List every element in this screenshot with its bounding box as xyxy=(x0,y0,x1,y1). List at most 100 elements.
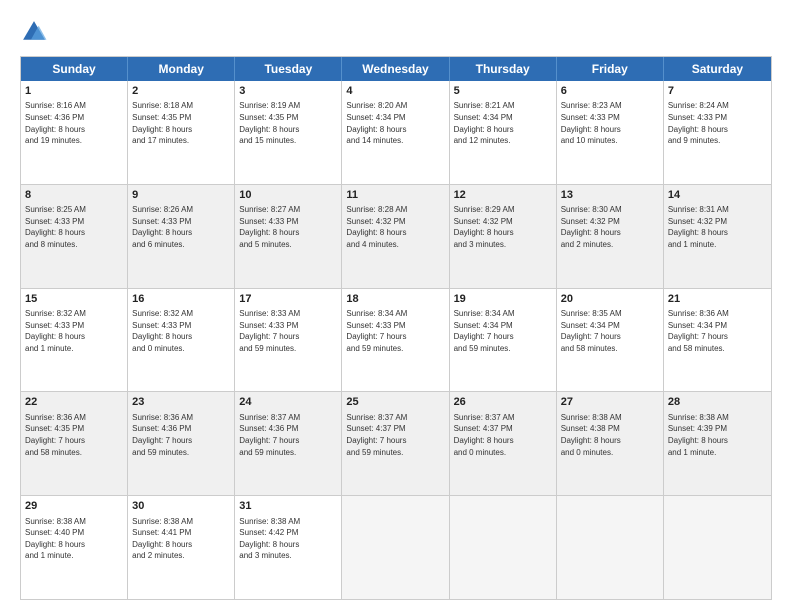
header xyxy=(20,18,772,46)
calendar-cell: 9Sunrise: 8:26 AMSunset: 4:33 PMDaylight… xyxy=(128,185,235,288)
calendar-cell: 6Sunrise: 8:23 AMSunset: 4:33 PMDaylight… xyxy=(557,81,664,184)
calendar-cell: 25Sunrise: 8:37 AMSunset: 4:37 PMDayligh… xyxy=(342,392,449,495)
calendar-cell xyxy=(450,496,557,599)
cell-info: Sunrise: 8:34 AMSunset: 4:34 PMDaylight:… xyxy=(454,308,552,354)
calendar-cell: 17Sunrise: 8:33 AMSunset: 4:33 PMDayligh… xyxy=(235,289,342,392)
calendar-cell: 28 Sunrise: 8:38 AMSunset: 4:39 PMDayligh… xyxy=(664,392,771,495)
calendar-cell: 20Sunrise: 8:35 AMSunset: 4:34 PMDayligh… xyxy=(557,289,664,392)
cell-info: Sunrise: 8:38 AMSunset: 4:40 PMDaylight:… xyxy=(25,516,123,562)
day-number: 17 xyxy=(239,292,337,307)
cell-info: Sunrise: 8:36 AMSunset: 4:34 PMDaylight:… xyxy=(668,308,767,354)
day-number: 6 xyxy=(561,84,659,99)
day-number: 28 xyxy=(668,395,767,410)
weekday-header-monday: Monday xyxy=(128,57,235,81)
calendar-row-3: 22 Sunrise: 8:36 AMSunset: 4:35 PMDayligh… xyxy=(21,391,771,495)
day-number: 13 xyxy=(561,188,659,203)
cell-info: Sunrise: 8:38 AMSunset: 4:39 PMDaylight:… xyxy=(668,412,767,458)
day-number: 19 xyxy=(454,292,552,307)
day-number: 12 xyxy=(454,188,552,203)
day-number: 9 xyxy=(132,188,230,203)
calendar-cell xyxy=(557,496,664,599)
day-number: 23 xyxy=(132,395,230,410)
cell-info: Sunrise: 8:37 AMSunset: 4:36 PMDaylight:… xyxy=(239,412,337,458)
cell-info: Sunrise: 8:18 AMSunset: 4:35 PMDaylight:… xyxy=(132,100,230,146)
weekday-header-tuesday: Tuesday xyxy=(235,57,342,81)
calendar-cell: 26 Sunrise: 8:37 AMSunset: 4:37 PMDayligh… xyxy=(450,392,557,495)
calendar-cell: 13Sunrise: 8:30 AMSunset: 4:32 PMDayligh… xyxy=(557,185,664,288)
page: SundayMondayTuesdayWednesdayThursdayFrid… xyxy=(0,0,792,612)
cell-info: Sunrise: 8:35 AMSunset: 4:34 PMDaylight:… xyxy=(561,308,659,354)
calendar-cell: 10Sunrise: 8:27 AMSunset: 4:33 PMDayligh… xyxy=(235,185,342,288)
weekday-header-saturday: Saturday xyxy=(664,57,771,81)
cell-info: Sunrise: 8:19 AMSunset: 4:35 PMDaylight:… xyxy=(239,100,337,146)
calendar-row-1: 8Sunrise: 8:25 AMSunset: 4:33 PMDaylight… xyxy=(21,184,771,288)
day-number: 27 xyxy=(561,395,659,410)
cell-info: Sunrise: 8:16 AMSunset: 4:36 PMDaylight:… xyxy=(25,100,123,146)
cell-info: Sunrise: 8:25 AMSunset: 4:33 PMDaylight:… xyxy=(25,204,123,250)
cell-info: Sunrise: 8:29 AMSunset: 4:32 PMDaylight:… xyxy=(454,204,552,250)
day-number: 8 xyxy=(25,188,123,203)
calendar-cell: 7Sunrise: 8:24 AMSunset: 4:33 PMDaylight… xyxy=(664,81,771,184)
logo-icon xyxy=(20,18,48,46)
calendar-cell: 19Sunrise: 8:34 AMSunset: 4:34 PMDayligh… xyxy=(450,289,557,392)
cell-info: Sunrise: 8:31 AMSunset: 4:32 PMDaylight:… xyxy=(668,204,767,250)
day-number: 7 xyxy=(668,84,767,99)
cell-info: Sunrise: 8:38 AMSunset: 4:41 PMDaylight:… xyxy=(132,516,230,562)
day-number: 11 xyxy=(346,188,444,203)
calendar-cell: 5Sunrise: 8:21 AMSunset: 4:34 PMDaylight… xyxy=(450,81,557,184)
day-number: 29 xyxy=(25,499,123,514)
calendar-header: SundayMondayTuesdayWednesdayThursdayFrid… xyxy=(21,57,771,81)
day-number: 5 xyxy=(454,84,552,99)
day-number: 24 xyxy=(239,395,337,410)
cell-info: Sunrise: 8:36 AMSunset: 4:35 PMDaylight:… xyxy=(25,412,123,458)
weekday-header-thursday: Thursday xyxy=(450,57,557,81)
calendar-cell: 11Sunrise: 8:28 AMSunset: 4:32 PMDayligh… xyxy=(342,185,449,288)
cell-info: Sunrise: 8:27 AMSunset: 4:33 PMDaylight:… xyxy=(239,204,337,250)
day-number: 25 xyxy=(346,395,444,410)
calendar-cell: 22 Sunrise: 8:36 AMSunset: 4:35 PMDayligh… xyxy=(21,392,128,495)
calendar-cell: 31 Sunrise: 8:38 AMSunset: 4:42 PMDayligh… xyxy=(235,496,342,599)
calendar-cell: 8Sunrise: 8:25 AMSunset: 4:33 PMDaylight… xyxy=(21,185,128,288)
calendar-cell: 4Sunrise: 8:20 AMSunset: 4:34 PMDaylight… xyxy=(342,81,449,184)
day-number: 21 xyxy=(668,292,767,307)
calendar-cell: 1Sunrise: 8:16 AMSunset: 4:36 PMDaylight… xyxy=(21,81,128,184)
calendar-cell: 12Sunrise: 8:29 AMSunset: 4:32 PMDayligh… xyxy=(450,185,557,288)
calendar-cell xyxy=(342,496,449,599)
cell-info: Sunrise: 8:36 AMSunset: 4:36 PMDaylight:… xyxy=(132,412,230,458)
cell-info: Sunrise: 8:32 AMSunset: 4:33 PMDaylight:… xyxy=(132,308,230,354)
cell-info: Sunrise: 8:23 AMSunset: 4:33 PMDaylight:… xyxy=(561,100,659,146)
calendar-row-4: 29 Sunrise: 8:38 AMSunset: 4:40 PMDayligh… xyxy=(21,495,771,599)
cell-info: Sunrise: 8:26 AMSunset: 4:33 PMDaylight:… xyxy=(132,204,230,250)
calendar-cell: 18Sunrise: 8:34 AMSunset: 4:33 PMDayligh… xyxy=(342,289,449,392)
calendar-cell: 29 Sunrise: 8:38 AMSunset: 4:40 PMDayligh… xyxy=(21,496,128,599)
calendar-cell: 2Sunrise: 8:18 AMSunset: 4:35 PMDaylight… xyxy=(128,81,235,184)
day-number: 14 xyxy=(668,188,767,203)
day-number: 30 xyxy=(132,499,230,514)
calendar-cell: 14Sunrise: 8:31 AMSunset: 4:32 PMDayligh… xyxy=(664,185,771,288)
day-number: 1 xyxy=(25,84,123,99)
day-number: 20 xyxy=(561,292,659,307)
cell-info: Sunrise: 8:21 AMSunset: 4:34 PMDaylight:… xyxy=(454,100,552,146)
day-number: 22 xyxy=(25,395,123,410)
calendar-row-0: 1Sunrise: 8:16 AMSunset: 4:36 PMDaylight… xyxy=(21,81,771,184)
day-number: 4 xyxy=(346,84,444,99)
cell-info: Sunrise: 8:38 AMSunset: 4:42 PMDaylight:… xyxy=(239,516,337,562)
cell-info: Sunrise: 8:34 AMSunset: 4:33 PMDaylight:… xyxy=(346,308,444,354)
calendar-cell: 15Sunrise: 8:32 AMSunset: 4:33 PMDayligh… xyxy=(21,289,128,392)
day-number: 18 xyxy=(346,292,444,307)
day-number: 16 xyxy=(132,292,230,307)
weekday-header-sunday: Sunday xyxy=(21,57,128,81)
calendar-cell: 24 Sunrise: 8:37 AMSunset: 4:36 PMDayligh… xyxy=(235,392,342,495)
cell-info: Sunrise: 8:30 AMSunset: 4:32 PMDaylight:… xyxy=(561,204,659,250)
weekday-header-wednesday: Wednesday xyxy=(342,57,449,81)
day-number: 10 xyxy=(239,188,337,203)
calendar-cell xyxy=(664,496,771,599)
day-number: 26 xyxy=(454,395,552,410)
calendar-cell: 3Sunrise: 8:19 AMSunset: 4:35 PMDaylight… xyxy=(235,81,342,184)
cell-info: Sunrise: 8:38 AMSunset: 4:38 PMDaylight:… xyxy=(561,412,659,458)
cell-info: Sunrise: 8:28 AMSunset: 4:32 PMDaylight:… xyxy=(346,204,444,250)
day-number: 31 xyxy=(239,499,337,514)
calendar-cell: 23 Sunrise: 8:36 AMSunset: 4:36 PMDayligh… xyxy=(128,392,235,495)
calendar: SundayMondayTuesdayWednesdayThursdayFrid… xyxy=(20,56,772,600)
cell-info: Sunrise: 8:37 AMSunset: 4:37 PMDaylight:… xyxy=(454,412,552,458)
